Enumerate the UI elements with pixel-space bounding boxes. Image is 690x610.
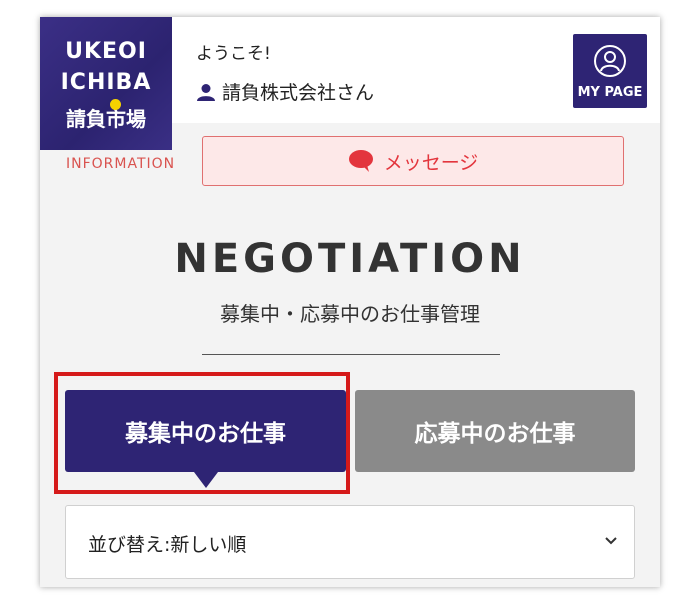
site-logo[interactable]: UKEOI ICHIBA 請負市場 xyxy=(40,17,172,150)
my-page-button[interactable]: MY PAGE xyxy=(573,34,647,108)
message-button-label: メッセージ xyxy=(383,151,479,174)
logo-dot xyxy=(110,99,121,110)
tab-recruiting-jobs[interactable]: 募集中のお仕事 xyxy=(65,390,346,472)
chevron-down-icon xyxy=(605,537,617,545)
tab-applied-jobs-label: 応募中のお仕事 xyxy=(414,421,576,447)
sort-select[interactable]: 並び替え:新しい順 xyxy=(65,505,635,579)
speech-bubble-icon xyxy=(348,150,373,172)
logo-line-2: ICHIBA xyxy=(60,70,152,95)
page-subtitle: 募集中・応募中のお仕事管理 xyxy=(220,302,480,326)
sort-selected-value: 並び替え:新しい順 xyxy=(88,534,247,556)
app-frame: UKEOI ICHIBA 請負市場 INFORMATION ようこそ! 請負株式… xyxy=(40,17,660,587)
company-name: 請負株式会社さん xyxy=(196,78,374,105)
tab-recruiting-jobs-label: 募集中のお仕事 xyxy=(125,421,286,447)
divider xyxy=(202,354,500,355)
active-tab-pointer xyxy=(194,472,218,488)
message-button[interactable]: メッセージ xyxy=(202,136,624,186)
logo-line-1: UKEOI xyxy=(65,39,147,64)
tab-applied-jobs[interactable]: 応募中のお仕事 xyxy=(355,390,635,472)
page-title: NEGOTIATION xyxy=(174,236,526,282)
my-page-label: MY PAGE xyxy=(577,85,643,100)
welcome-text: ようこそ! xyxy=(196,44,271,64)
information-link[interactable]: INFORMATION xyxy=(66,156,175,172)
user-icon xyxy=(197,83,215,101)
profile-icon xyxy=(594,45,626,77)
logo-line-3: 請負市場 xyxy=(66,107,146,131)
company-name-label: 請負株式会社さん xyxy=(222,82,375,104)
